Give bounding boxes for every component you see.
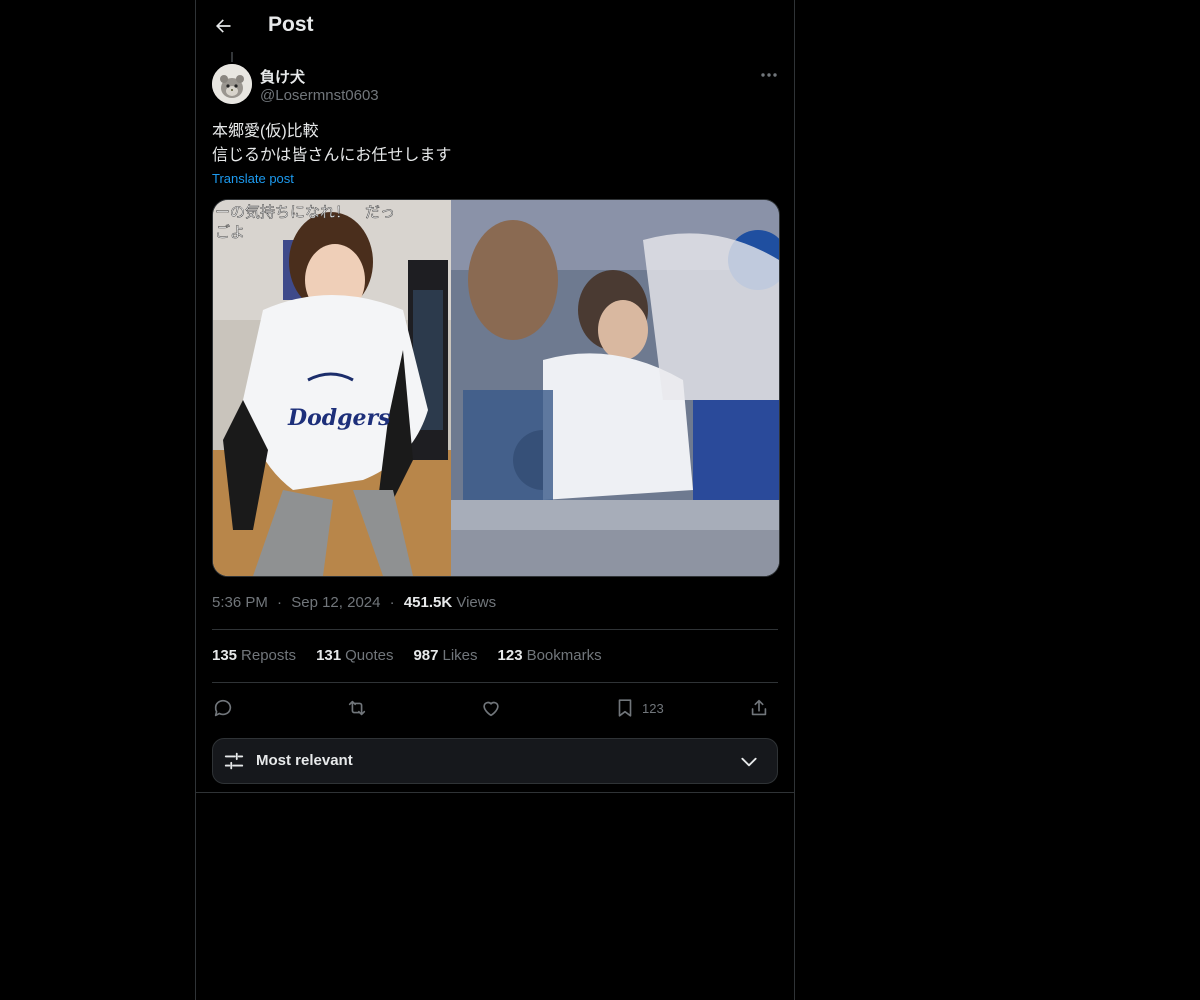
media-overlay-text-2: ごよ [215, 223, 245, 241]
stat-label: Reposts [241, 647, 297, 664]
views-label: Views [456, 594, 497, 611]
post-time[interactable]: 5:36 PM [212, 594, 268, 611]
post-text-line: 本郷愛(仮)比較 [212, 123, 319, 140]
translate-post-link[interactable]: Translate post [212, 171, 294, 186]
author-display-name[interactable]: 負け犬 [260, 66, 305, 87]
action-bar: 123 [212, 690, 778, 726]
repost-icon [348, 700, 366, 716]
stat-count: 123 [497, 647, 523, 664]
reply-sort-dropdown[interactable]: Most relevant [212, 738, 778, 784]
stat-count: 135 [212, 647, 238, 664]
meta-separator: · [277, 594, 283, 611]
more-dots-icon [761, 73, 777, 77]
post-date[interactable]: Sep 12, 2024 [291, 594, 380, 611]
meta-separator: · [389, 594, 395, 611]
bookmark-count: 123 [642, 700, 664, 716]
media-overlay-text: ーの気持ちになれ！ だっ [215, 203, 395, 221]
avatar[interactable] [212, 64, 252, 104]
jersey-text: Dodgers [287, 405, 391, 431]
stat-label: Likes [442, 647, 478, 664]
author-handle[interactable]: @Losermnst0603 [260, 87, 379, 104]
hamster-avatar [212, 64, 252, 104]
quotes-stat[interactable]: 131 Quotes [316, 647, 393, 664]
stat-label: Quotes [345, 647, 394, 664]
bookmark-button[interactable]: 123 [614, 694, 664, 722]
repost-button[interactable] [346, 694, 368, 722]
share-button[interactable] [748, 694, 770, 722]
post-text: 本郷愛(仮)比較 信じるかは皆さんにお任せします [212, 120, 772, 168]
divider [212, 629, 778, 630]
post-text-line: 信じるかは皆さんにお任せします [212, 147, 452, 164]
engagement-stats: 135 Reposts 131 Quotes 987 Likes 123 Bookmar… [212, 647, 602, 664]
post-media-image[interactable]: Dodgers ーの気持ちになれ！ だっ ごよ [212, 199, 780, 577]
main-column: Post 負け犬 @Losermnst0603 本郷愛(仮)比較 信じるかは皆さ… [195, 0, 795, 1000]
share-icon [751, 699, 767, 716]
header: Post [196, 0, 794, 53]
heart-icon [483, 701, 499, 717]
views-count: 451.5K [403, 594, 453, 611]
more-options-button[interactable] [756, 64, 782, 86]
bookmarks-stat[interactable]: 123 Bookmarks [498, 647, 602, 664]
reposts-stat[interactable]: 135 Reposts [212, 647, 296, 664]
divider [196, 792, 794, 793]
sliders-icon [224, 752, 244, 770]
reply-icon [214, 699, 232, 717]
comparison-photo: Dodgers ーの気持ちになれ！ だっ ごよ [213, 200, 779, 576]
chevron-down-icon [741, 757, 757, 767]
thread-line [231, 52, 233, 62]
sort-label: Most relevant [256, 752, 353, 769]
reply-button[interactable] [212, 694, 234, 722]
stat-count: 131 [316, 647, 342, 664]
like-button[interactable] [480, 694, 502, 722]
stat-label: Bookmarks [526, 647, 602, 664]
post-meta: 5:36 PM · Sep 12, 2024 · 451.5K Views [212, 594, 496, 611]
page-title: Post [268, 13, 314, 36]
stat-count: 987 [413, 647, 439, 664]
bookmark-icon [618, 699, 632, 717]
likes-stat[interactable]: 987 Likes [413, 647, 477, 664]
arrow-left-icon [216, 19, 231, 33]
back-button[interactable] [210, 12, 236, 40]
divider [212, 682, 778, 683]
